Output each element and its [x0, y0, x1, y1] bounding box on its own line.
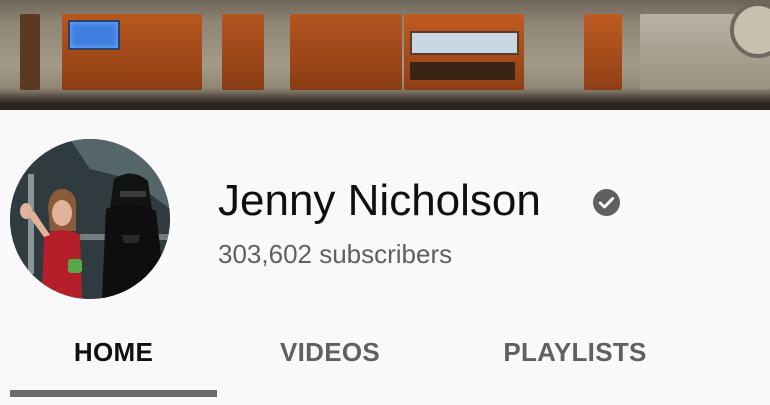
- subscriber-count: 303,602 subscribers: [218, 239, 453, 269]
- active-tab-indicator: [10, 390, 217, 397]
- tab-home[interactable]: HOME: [10, 332, 217, 372]
- avatar-image: [10, 139, 170, 299]
- tab-videos[interactable]: VIDEOS: [245, 332, 415, 372]
- banner-light-panel: [410, 31, 519, 55]
- banner-shade: [0, 88, 770, 110]
- tab-playlists[interactable]: PLAYLISTS: [470, 332, 680, 372]
- verified-badge-icon: [593, 189, 620, 216]
- channel-tabs: HOME VIDEOS PLAYLISTS: [0, 320, 770, 400]
- banner-panel: [20, 14, 40, 90]
- banner-panel: [290, 14, 402, 90]
- banner-blue-light: [68, 20, 120, 50]
- banner-panel: [222, 14, 264, 90]
- banner-slot: [410, 62, 515, 80]
- channel-avatar[interactable]: [10, 139, 170, 299]
- channel-banner: [0, 0, 770, 110]
- banner-panel: [584, 14, 622, 90]
- channel-name: Jenny Nicholson: [218, 176, 541, 225]
